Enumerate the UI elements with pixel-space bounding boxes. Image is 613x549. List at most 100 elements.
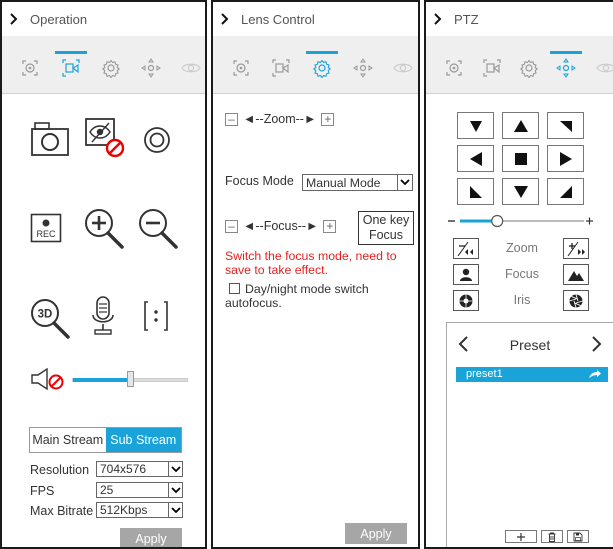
one-key-focus-button[interactable]: One key Focus: [358, 211, 414, 245]
zoom-out-button[interactable]: –: [225, 112, 238, 126]
fps-select[interactable]: 25: [96, 482, 183, 498]
tab-settings[interactable]: [306, 51, 338, 82]
iris-close-button[interactable]: [453, 290, 479, 311]
tab-screen-capture[interactable]: [478, 54, 506, 82]
zoom-in-button[interactable]: +: [321, 112, 335, 126]
tab-ptz[interactable]: [137, 54, 165, 82]
save-icon: [573, 532, 583, 541]
tab-settings[interactable]: [97, 54, 125, 82]
tab-sub-stream[interactable]: Sub Stream: [105, 428, 181, 452]
3d-zoom-icon: 3D: [31, 299, 70, 339]
tab-view[interactable]: [592, 54, 613, 82]
fps-row: FPS: [30, 482, 96, 499]
snapshot-button[interactable]: [30, 121, 70, 157]
zoom-in-button[interactable]: [563, 238, 589, 259]
resolution-row: Resolution: [30, 461, 96, 478]
zoom-plus-icon: [567, 241, 585, 256]
tab-ptz[interactable]: [349, 54, 377, 82]
preset-next-button[interactable]: [589, 333, 605, 355]
tab-view[interactable]: [177, 54, 205, 82]
daynight-autofocus-checkbox[interactable]: [229, 283, 240, 294]
tab-target[interactable]: [440, 54, 468, 82]
focus-near-button[interactable]: [453, 264, 479, 285]
3d-zoom-button[interactable]: 3D: [26, 295, 72, 341]
focus-label: Focus: [504, 267, 540, 281]
local-record-button[interactable]: REC: [30, 213, 62, 243]
lens-panel-header[interactable]: Lens Control: [213, 2, 418, 36]
max-bitrate-value: 512Kbps: [100, 503, 148, 517]
tab-screen-capture[interactable]: [55, 51, 87, 82]
ptz-up-button[interactable]: [502, 112, 539, 139]
tab-settings[interactable]: [515, 54, 543, 82]
ptz-down-left-button[interactable]: [457, 178, 494, 205]
ptz-left-button[interactable]: [457, 145, 494, 172]
ptz-down-button[interactable]: [502, 178, 539, 205]
tab-main-stream[interactable]: Main Stream: [30, 428, 106, 452]
one-key-line1: One key: [362, 213, 410, 227]
resolution-select[interactable]: 704x576: [96, 461, 183, 477]
chevron-down-icon: [168, 503, 182, 517]
resolution-label: Resolution: [30, 462, 90, 477]
preset-toolbar: [505, 530, 589, 543]
focus-row: Focus: [453, 264, 589, 286]
zoom-out-button[interactable]: [453, 238, 479, 259]
original-size-icon: [144, 301, 168, 331]
zoom-out-button[interactable]: [134, 205, 180, 251]
zoom-out-icon: [139, 209, 178, 249]
original-size-button[interactable]: [141, 299, 171, 333]
ptz-panel-header[interactable]: PTZ: [426, 2, 613, 36]
volume-slider-fill: [73, 378, 131, 382]
ptz-up-right-button[interactable]: [547, 112, 584, 139]
fps-label: FPS: [30, 483, 55, 498]
focus-mode-row: Focus Mode: [225, 174, 294, 188]
svg-text:REC: REC: [36, 229, 56, 239]
max-bitrate-select[interactable]: 512Kbps: [96, 502, 183, 518]
record-button[interactable]: [142, 125, 172, 155]
chevron-right-icon: [221, 13, 230, 25]
privacy-mask-button[interactable]: [82, 115, 126, 159]
ptz-direction-icon: [141, 58, 161, 78]
operation-panel-header[interactable]: Operation: [2, 2, 205, 36]
zoom-row: Zoom: [453, 238, 589, 260]
iris-open-button[interactable]: [563, 290, 589, 311]
talk-button[interactable]: [89, 295, 117, 337]
ptz-stop-button[interactable]: [502, 145, 539, 172]
tab-ptz[interactable]: [550, 51, 582, 82]
call-preset-icon[interactable]: [588, 369, 602, 380]
tab-view[interactable]: [389, 54, 417, 82]
daynight-autofocus-option: Day/night mode switch autofocus.: [225, 282, 418, 310]
camera-icon: [31, 122, 69, 156]
speaker-muted-icon[interactable]: [30, 367, 70, 391]
delete-preset-button[interactable]: [541, 530, 563, 543]
ptz-speed-slider[interactable]: [446, 213, 594, 229]
save-preset-button[interactable]: [567, 530, 589, 543]
one-key-line2: Focus: [368, 228, 404, 242]
tab-target[interactable]: [227, 54, 255, 82]
zoom-in-button[interactable]: [80, 205, 126, 251]
ptz-direction-icon: [353, 58, 373, 78]
preset-panel: Preset preset1: [446, 322, 613, 547]
focus-near-button[interactable]: –: [225, 219, 238, 233]
focus-mode-select[interactable]: Manual Mode: [302, 174, 413, 191]
focus-far-button[interactable]: +: [323, 219, 337, 233]
mountain-icon: [568, 270, 584, 281]
tab-target[interactable]: [16, 54, 44, 82]
focus-far-button[interactable]: [563, 264, 589, 285]
gear-icon: [312, 59, 332, 78]
add-preset-button[interactable]: [505, 530, 537, 543]
volume-slider-thumb[interactable]: [127, 371, 134, 387]
person-icon: [460, 268, 472, 281]
ptz-down-right-button[interactable]: [547, 178, 584, 205]
gear-icon: [519, 59, 539, 78]
ptz-up-left-button[interactable]: [457, 112, 494, 139]
eye-icon: [181, 63, 201, 73]
focus-control: – ◄--Focus--► +: [225, 219, 337, 233]
ptz-right-button[interactable]: [547, 145, 584, 172]
focus-label: ◄--Focus--►: [243, 219, 319, 233]
apply-button[interactable]: Apply: [345, 523, 407, 544]
tab-screen-capture[interactable]: [267, 54, 295, 82]
apply-button[interactable]: Apply: [120, 528, 182, 547]
preset-list-item[interactable]: preset1: [456, 367, 608, 382]
arrow-down-right-icon: [559, 185, 572, 198]
screen-capture-icon: [62, 59, 80, 77]
